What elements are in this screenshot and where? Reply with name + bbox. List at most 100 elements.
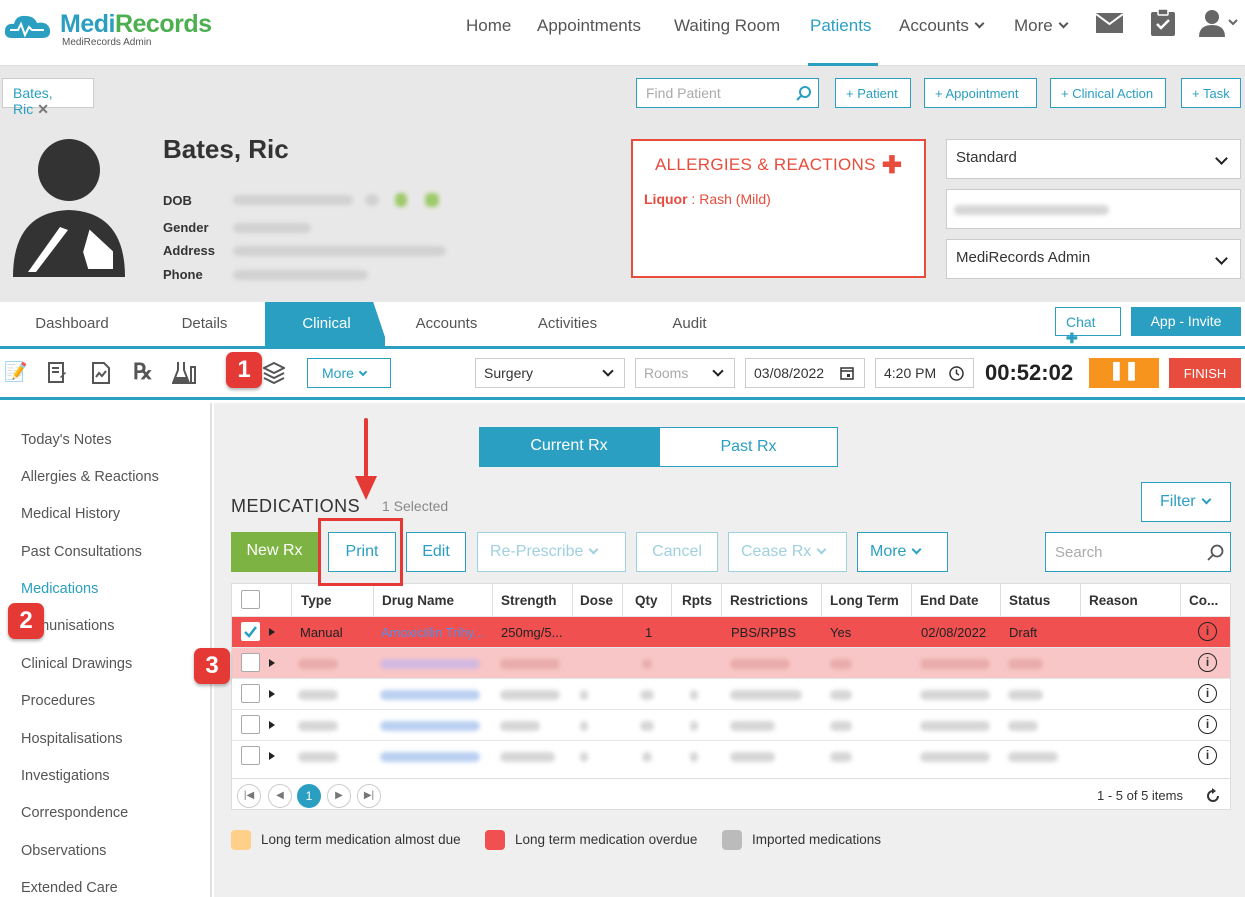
tab-accounts[interactable]: Accounts (385, 302, 508, 346)
sidebar-item-clinical-drawings[interactable]: Clinical Drawings (21, 656, 132, 672)
table-row[interactable]: i (232, 647, 1230, 678)
add-allergy-icon[interactable]: ✚ (882, 151, 902, 180)
add-clinical-action-button[interactable]: + Clinical Action (1050, 78, 1166, 108)
info-icon[interactable]: i (1198, 684, 1217, 703)
first-page-icon[interactable]: |◀ (237, 784, 261, 808)
clinical-more-button[interactable]: More (307, 358, 391, 388)
cancel-button[interactable]: Cancel (636, 532, 718, 572)
sidebar-item-medications[interactable]: Medications (21, 581, 98, 597)
expand-row-icon[interactable] (269, 690, 275, 698)
more-actions-button[interactable]: More (857, 532, 948, 572)
chat-button[interactable]: Chat ✚ (1055, 307, 1121, 346)
table-row[interactable]: Manual Amoxicillin Trihy... 250mg/5... 1… (232, 616, 1230, 647)
column-header[interactable]: Co... (1181, 584, 1230, 616)
row-checkbox[interactable] (241, 684, 260, 703)
sidebar-item-extended-care[interactable]: Extended Care (21, 880, 118, 896)
allergy-item[interactable]: Liquor : Rash (Mild) (644, 191, 771, 207)
table-row[interactable]: i (232, 678, 1230, 709)
open-patient-tab[interactable]: Bates, Ric ✕ (2, 78, 94, 117)
sidebar-item-todays-notes[interactable]: Today's Notes (21, 432, 112, 448)
column-header[interactable]: Qty (623, 584, 672, 616)
time-input[interactable]: 4:20 PM (875, 358, 974, 388)
nav-waiting-room[interactable]: Waiting Room (674, 16, 780, 36)
location-select[interactable]: Surgery (475, 358, 625, 388)
sidebar-item-investigations[interactable]: Investigations (21, 768, 110, 784)
app-invite-button[interactable]: App - Invite (1131, 307, 1241, 336)
sidebar-item-procedures[interactable]: Procedures (21, 693, 95, 709)
nav-accounts[interactable]: Accounts (899, 16, 985, 36)
row-checkbox[interactable] (241, 715, 260, 734)
expand-row-icon[interactable] (269, 628, 275, 636)
column-header[interactable]: End Date (912, 584, 1001, 616)
column-header[interactable]: Long Term (822, 584, 912, 616)
notes-icon[interactable]: 📝 (4, 360, 28, 384)
last-page-icon[interactable]: ▶| (357, 784, 381, 808)
document-chart-icon[interactable] (92, 362, 110, 384)
calendar-icon[interactable] (840, 366, 854, 380)
info-icon[interactable]: i (1198, 622, 1217, 641)
tab-audit[interactable]: Audit (627, 302, 752, 346)
info-icon[interactable]: i (1198, 746, 1217, 765)
clock-icon[interactable] (949, 366, 964, 381)
sidebar-item-medical-history[interactable]: Medical History (21, 506, 120, 522)
row-checkbox[interactable] (241, 746, 260, 765)
lab-flask-icon[interactable] (172, 361, 200, 385)
filter-button[interactable]: Filter (1141, 482, 1231, 522)
expand-row-icon[interactable] (269, 752, 275, 760)
tab-clinical[interactable]: Clinical (265, 302, 388, 346)
tab-details[interactable]: Details (143, 302, 266, 346)
select-all-checkbox[interactable] (241, 590, 260, 609)
table-row[interactable]: i (232, 709, 1230, 740)
cease-rx-button[interactable]: Cease Rx (728, 532, 847, 572)
cell-drug-name[interactable]: Amoxicillin Trihy... (381, 625, 489, 640)
next-page-icon[interactable]: ▶ (327, 784, 351, 808)
edit-button[interactable]: Edit (406, 532, 466, 572)
info-icon[interactable]: i (1198, 653, 1217, 672)
finish-button[interactable]: FINISH (1169, 358, 1241, 388)
current-rx-toggle[interactable]: Current Rx (479, 427, 659, 467)
past-rx-toggle[interactable]: Past Rx (659, 427, 838, 467)
column-header[interactable]: Reason (1081, 584, 1181, 616)
column-header[interactable]: Drug Name (374, 584, 493, 616)
close-icon[interactable]: ✕ (37, 101, 49, 117)
user-menu-icon[interactable] (1199, 9, 1239, 37)
clipboard-check-icon[interactable] (1151, 9, 1175, 36)
expand-row-icon[interactable] (269, 721, 275, 729)
column-header[interactable]: Strength (493, 584, 573, 616)
add-patient-button[interactable]: + Patient (835, 78, 911, 108)
sidebar-item-hospitalisations[interactable]: Hospitalisations (21, 731, 123, 747)
column-header[interactable]: Type (292, 584, 374, 616)
page-number[interactable]: 1 (297, 784, 321, 808)
column-header[interactable]: Dose (573, 584, 623, 616)
sidebar-item-correspondence[interactable]: Correspondence (21, 805, 128, 821)
rx-icon[interactable]: ℞ (133, 359, 153, 385)
profile-select[interactable]: Standard (946, 139, 1241, 179)
nav-patients[interactable]: Patients (810, 16, 871, 36)
column-header[interactable]: Status (1001, 584, 1081, 616)
info-icon[interactable]: i (1198, 715, 1217, 734)
column-header[interactable]: Rpts (672, 584, 722, 616)
user-select[interactable]: MediRecords Admin (946, 239, 1241, 279)
new-rx-button[interactable]: New Rx (231, 532, 318, 572)
medications-search-input[interactable]: Search (1045, 532, 1231, 572)
column-header[interactable]: Restrictions (722, 584, 822, 616)
tab-activities[interactable]: Activities (506, 302, 629, 346)
add-appointment-button[interactable]: + Appointment (924, 78, 1037, 108)
provider-field[interactable] (946, 189, 1241, 229)
nav-appointments[interactable]: Appointments (537, 16, 641, 36)
nav-more[interactable]: More (1014, 16, 1069, 36)
mail-icon[interactable] (1096, 13, 1123, 33)
re-prescribe-button[interactable]: Re-Prescribe (477, 532, 626, 572)
prev-page-icon[interactable]: ◀ (268, 784, 292, 808)
document-edit-icon[interactable] (48, 362, 66, 384)
nav-home[interactable]: Home (466, 16, 511, 36)
tab-dashboard[interactable]: Dashboard (2, 302, 142, 346)
pause-button[interactable]: ❚❚ (1089, 358, 1159, 388)
layers-icon[interactable] (263, 362, 285, 384)
find-patient-input[interactable]: Find Patient (636, 78, 819, 108)
row-checkbox[interactable] (241, 622, 260, 641)
sidebar-item-past-consultations[interactable]: Past Consultations (21, 544, 142, 560)
sidebar-item-observations[interactable]: Observations (21, 843, 106, 859)
expand-row-icon[interactable] (269, 659, 275, 667)
refresh-icon[interactable] (1205, 788, 1221, 804)
